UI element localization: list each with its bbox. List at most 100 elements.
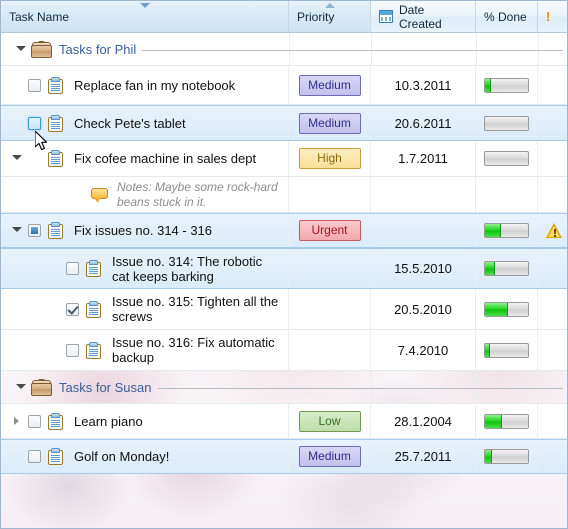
task-name-cell[interactable]: Issue no. 314: The robotic cat keeps bar…	[1, 249, 289, 288]
task-expander-icon	[11, 80, 22, 91]
task-checkbox[interactable]	[28, 224, 41, 237]
task-row[interactable]: Issue no. 314: The robotic cat keeps bar…	[1, 248, 567, 289]
task-date-cell	[371, 214, 476, 247]
notes-alert-cell	[538, 177, 567, 212]
task-name-cell[interactable]: Fix cofee machine in sales dept	[1, 141, 289, 176]
task-alert-cell	[538, 141, 567, 176]
task-expander-icon[interactable]	[11, 153, 22, 164]
task-date-label: 7.4.2010	[397, 342, 449, 358]
group-rule-line	[142, 50, 563, 51]
task-row[interactable]: Fix issues no. 314 - 316 Urgent	[1, 213, 567, 248]
task-date-cell: 25.7.2011	[371, 440, 476, 473]
column-header-task_name[interactable]: Task Name	[1, 1, 289, 32]
priority-badge[interactable]: Medium	[298, 446, 361, 467]
task-percent-done-cell	[476, 141, 538, 176]
task-notes-row: Notes: Maybe some rock-hard beans stuck …	[1, 177, 567, 213]
group-cell-divider	[476, 33, 539, 65]
notes-date-cell	[371, 177, 476, 212]
task-row[interactable]: Issue no. 316: Fix automatic backup 7.4.2…	[1, 330, 567, 371]
task-checkbox[interactable]	[66, 262, 79, 275]
task-date-label: 20.5.2010	[394, 301, 452, 317]
task-name-cell[interactable]: Fix issues no. 314 - 316	[1, 214, 289, 247]
progress-bar	[484, 301, 529, 317]
progress-bar	[484, 449, 529, 464]
task-date-label: 1.7.2011	[398, 151, 448, 166]
task-priority-cell: Medium	[289, 440, 371, 473]
group-rule-line	[158, 388, 563, 389]
column-header-percent_done[interactable]: % Done	[476, 1, 538, 32]
task-name-cell[interactable]: Golf on Monday!	[1, 440, 289, 473]
priority-badge[interactable]: Urgent	[298, 220, 361, 241]
priority-badge[interactable]: Medium	[298, 112, 361, 134]
task-checkbox[interactable]	[28, 78, 41, 92]
progress-bar	[484, 115, 529, 131]
group-header-row[interactable]: Tasks for Phil	[1, 33, 567, 66]
task-name-label: Issue no. 315: Tighten all the screws	[112, 294, 279, 324]
group-cell-divider	[538, 371, 567, 403]
task-name-label: Check Pete's tablet	[74, 115, 186, 131]
task-name-label: Replace fan in my notebook	[74, 77, 236, 93]
task-percent-done-cell	[476, 106, 538, 140]
task-percent-done-cell	[476, 66, 538, 104]
task-name-cell[interactable]: Issue no. 316: Fix automatic backup	[1, 330, 289, 370]
progress-bar-fill	[485, 343, 491, 357]
group-header-row[interactable]: Tasks for Susan	[1, 371, 567, 404]
task-name-cell[interactable]: Replace fan in my notebook	[1, 66, 289, 104]
task-grid-window: Task Name Priority Date Created % Done! Tas…	[0, 0, 568, 529]
task-checkbox[interactable]	[66, 302, 79, 316]
priority-badge[interactable]: Medium	[298, 74, 361, 96]
task-date-label: 28.1.2004	[394, 413, 452, 429]
briefcase-icon	[31, 378, 52, 396]
task-expander-icon[interactable]	[11, 225, 22, 236]
progress-bar	[484, 342, 529, 358]
task-alert-cell	[538, 249, 567, 288]
group-expander-icon[interactable]	[15, 382, 26, 393]
task-date-label: 10.3.2011	[394, 77, 452, 93]
sort-desc-icon	[139, 3, 150, 8]
notes-priority-cell	[289, 177, 371, 212]
task-alert-cell	[538, 440, 567, 473]
column-header-alert[interactable]: !	[538, 1, 567, 32]
priority-badge[interactable]: High	[298, 148, 361, 169]
task-row[interactable]: Check Pete's tablet Medium 20.6.2011	[1, 105, 567, 141]
progress-bar-fill	[485, 302, 509, 316]
column-header-date_created[interactable]: Date Created	[371, 1, 476, 32]
task-checkbox[interactable]	[66, 343, 79, 357]
group-cell-divider	[289, 33, 372, 65]
column-header-priority[interactable]: Priority	[289, 1, 371, 32]
warning-icon	[546, 223, 562, 238]
task-checkbox[interactable]	[28, 450, 41, 463]
group-cell-divider	[289, 371, 372, 403]
notes-text: Notes: Maybe some rock-hard beans stuck …	[117, 179, 278, 209]
task-checkbox[interactable]	[28, 414, 41, 428]
task-alert-cell	[538, 66, 567, 104]
task-date-cell: 15.5.2010	[371, 249, 476, 288]
task-name-cell[interactable]: Check Pete's tablet	[1, 106, 289, 140]
task-date-cell: 7.4.2010	[371, 330, 476, 370]
group-expander-icon[interactable]	[15, 44, 26, 55]
task-name-cell[interactable]: Learn piano	[1, 404, 289, 438]
progress-bar	[484, 77, 529, 93]
task-clipboard-icon	[48, 76, 63, 94]
task-priority-cell: High	[289, 141, 371, 176]
task-priority-cell	[289, 249, 371, 288]
task-row[interactable]: Golf on Monday! Medium 25.7.2011	[1, 439, 567, 474]
task-priority-cell: Medium	[289, 106, 371, 140]
task-name-label: Issue no. 316: Fix automatic backup	[112, 335, 275, 365]
task-row[interactable]: Learn piano Low 28.1.2004	[1, 404, 567, 439]
column-header-label: Priority	[297, 9, 335, 24]
task-expander-icon[interactable]	[11, 416, 22, 427]
progress-bar-fill	[485, 450, 493, 463]
task-checkbox[interactable]	[28, 116, 41, 130]
task-percent-done-cell	[476, 440, 538, 473]
calendar-icon	[379, 10, 393, 23]
task-row[interactable]: Replace fan in my notebook Medium 10.3.201…	[1, 66, 567, 105]
task-percent-done-cell	[476, 330, 538, 370]
task-priority-cell	[289, 289, 371, 329]
task-row[interactable]: Fix cofee machine in sales dept High 1.7.2…	[1, 141, 567, 177]
task-name-cell[interactable]: Issue no. 315: Tighten all the screws	[1, 289, 289, 329]
task-row[interactable]: Issue no. 315: Tighten all the screws 20.…	[1, 289, 567, 330]
progress-bar	[484, 413, 529, 429]
priority-badge[interactable]: Low	[298, 410, 361, 432]
notes-cell: Notes: Maybe some rock-hard beans stuck …	[1, 177, 289, 212]
